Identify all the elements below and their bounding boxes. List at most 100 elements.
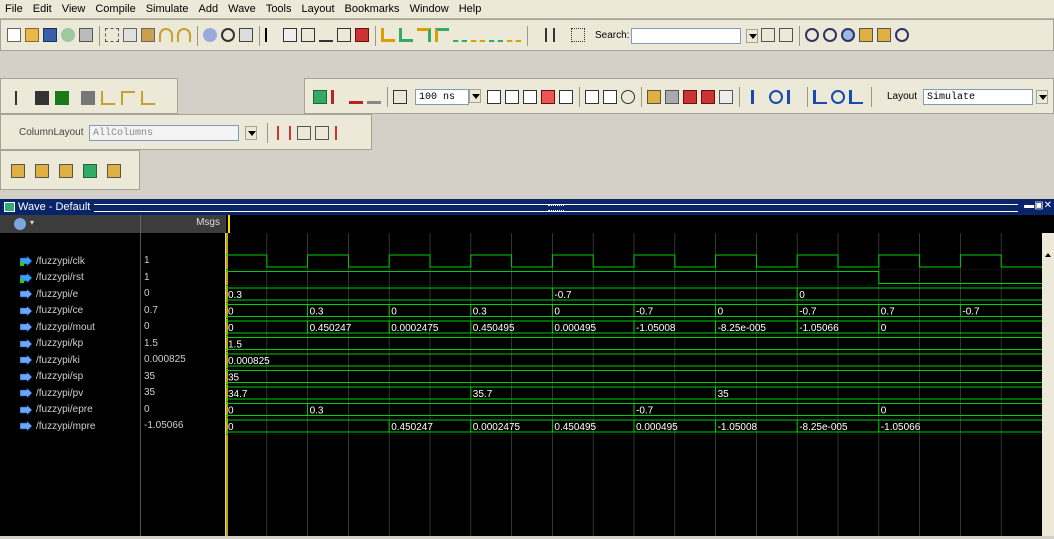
- menu-file[interactable]: File: [0, 0, 28, 18]
- reload-icon[interactable]: [61, 28, 75, 42]
- layout-dropdown-arrow[interactable]: [1036, 90, 1048, 104]
- wave-window-titlebar[interactable]: Wave - Default ▬▣✕: [0, 199, 1054, 215]
- cursor-loop-icon[interactable]: [769, 90, 783, 104]
- locals-icon[interactable]: [701, 90, 715, 104]
- clk-waveform[interactable]: [226, 254, 1042, 268]
- search-input[interactable]: [631, 28, 741, 44]
- waveform-canvas[interactable]: 0.3 -0.7 0 0 0.3 0 0.3 0 -0.7 0 -0.7 0.7 -0.7 0 0.4502…: [226, 233, 1042, 536]
- signal-row[interactable]: /fuzzypi/rst: [0, 270, 84, 286]
- save-icon[interactable]: [43, 28, 57, 42]
- edge-icon-5[interactable]: [453, 28, 467, 42]
- cursor-marker[interactable]: [228, 215, 230, 233]
- cut-icon[interactable]: [105, 28, 119, 42]
- expand-icon[interactable]: [533, 28, 547, 42]
- column-layout-dropdown-arrow[interactable]: [245, 126, 257, 140]
- step-out-icon[interactable]: [621, 90, 635, 104]
- add-column-icon[interactable]: [297, 126, 311, 140]
- zoom-cursor-icon[interactable]: [859, 28, 873, 42]
- signal-row[interactable]: /fuzzypi/pv: [0, 385, 83, 401]
- new-file-icon[interactable]: [7, 28, 21, 42]
- edge-icon-6[interactable]: [471, 28, 485, 42]
- waveform-area[interactable]: 0.3 -0.7 0 0 0.3 0 0.3 0 -0.7 0 -0.7 0.7 -0.7 0 0.4502…: [226, 233, 1042, 536]
- zoom-range-icon[interactable]: [877, 28, 891, 42]
- objects-icon[interactable]: [683, 90, 697, 104]
- step-icon[interactable]: [355, 28, 369, 42]
- wave-bar-icon-3[interactable]: [55, 91, 69, 105]
- signal-row[interactable]: /fuzzypi/kp: [0, 336, 83, 352]
- edge-icon-8[interactable]: [507, 28, 521, 42]
- zoom-out-icon[interactable]: [823, 28, 837, 42]
- memory-icon[interactable]: [665, 90, 679, 104]
- wave-bar-icon-7[interactable]: [141, 91, 155, 105]
- dataflow-icon[interactable]: [647, 90, 661, 104]
- layout-select[interactable]: Simulate: [923, 89, 1033, 105]
- back-arrow-icon[interactable]: [349, 90, 363, 104]
- search-dropdown-arrow[interactable]: [746, 29, 758, 43]
- runtime-icon[interactable]: [393, 90, 407, 104]
- wave-bar-icon-6[interactable]: [121, 91, 135, 105]
- menu-help[interactable]: Help: [454, 0, 487, 18]
- signal-row[interactable]: /fuzzypi/e: [0, 286, 78, 302]
- run-icon[interactable]: [487, 90, 501, 104]
- signal-row[interactable]: /fuzzypi/clk: [0, 253, 85, 269]
- bookmark-icon-5[interactable]: [107, 164, 121, 178]
- select-pointer-icon[interactable]: [265, 28, 279, 42]
- find-up-icon[interactable]: [813, 90, 827, 104]
- copy-column-icon[interactable]: [315, 126, 329, 140]
- window-controls[interactable]: ▬▣✕: [1024, 200, 1052, 211]
- signal-row[interactable]: /fuzzypi/epre: [0, 402, 93, 418]
- paste-icon[interactable]: [141, 28, 155, 42]
- edge-icon-3[interactable]: [417, 28, 431, 42]
- menu-layout[interactable]: Layout: [297, 0, 340, 18]
- stop-icon[interactable]: [559, 90, 573, 104]
- bookmark-icon-1[interactable]: [11, 164, 25, 178]
- zoom-in-icon[interactable]: [805, 28, 819, 42]
- redo-icon[interactable]: [177, 28, 191, 42]
- menu-bookmarks[interactable]: Bookmarks: [340, 0, 405, 18]
- find-loop-icon[interactable]: [831, 90, 845, 104]
- signal-row[interactable]: /fuzzypi/sp: [0, 369, 83, 385]
- remove-column-icon[interactable]: [335, 126, 349, 140]
- bookmark-icon-3[interactable]: [59, 164, 73, 178]
- compare-icon[interactable]: [239, 28, 253, 42]
- menu-add[interactable]: Add: [194, 0, 224, 18]
- open-folder-icon[interactable]: [25, 28, 39, 42]
- bookmark-icon-2[interactable]: [35, 164, 49, 178]
- menu-view[interactable]: View: [57, 0, 91, 18]
- zoom-last-icon[interactable]: [895, 28, 909, 42]
- pan-icon[interactable]: [301, 28, 315, 42]
- collapse-icon[interactable]: [553, 28, 567, 42]
- forward-arrow-icon[interactable]: [367, 90, 381, 104]
- search-go-icon[interactable]: [761, 28, 775, 42]
- help-icon[interactable]: [203, 28, 217, 42]
- edge-icon-7[interactable]: [489, 28, 503, 42]
- zoom-full-icon[interactable]: [841, 28, 855, 42]
- wave-bar-icon-1[interactable]: [15, 91, 29, 105]
- wave-bar-icon-5[interactable]: [101, 91, 115, 105]
- step-into-icon[interactable]: [585, 90, 599, 104]
- bookmark-icon-4[interactable]: [83, 164, 97, 178]
- processes-icon[interactable]: [719, 90, 733, 104]
- cursor-down-icon[interactable]: [787, 90, 801, 104]
- search-options-icon[interactable]: [779, 28, 793, 42]
- restart-icon[interactable]: [313, 90, 327, 104]
- step-over-icon[interactable]: [603, 90, 617, 104]
- signal-row[interactable]: /fuzzypi/mpre: [0, 418, 95, 434]
- undo-icon[interactable]: [159, 28, 173, 42]
- menu-wave[interactable]: Wave: [223, 0, 261, 18]
- find-down-icon[interactable]: [849, 90, 863, 104]
- menu-tools[interactable]: Tools: [261, 0, 297, 18]
- find-icon[interactable]: [221, 28, 235, 42]
- menu-window[interactable]: Window: [405, 0, 454, 18]
- zoom-mode-icon[interactable]: [283, 28, 297, 42]
- vertical-scrollbar[interactable]: [1042, 233, 1054, 536]
- break-icon[interactable]: [541, 90, 555, 104]
- delete-column-icon[interactable]: [277, 126, 291, 140]
- signal-row[interactable]: /fuzzypi/mout: [0, 319, 95, 335]
- runtime-input[interactable]: 100 ns: [415, 89, 469, 105]
- cursor-up-icon[interactable]: [751, 90, 765, 104]
- run-all-icon[interactable]: [523, 90, 537, 104]
- menu-edit[interactable]: Edit: [28, 0, 57, 18]
- wave-bar-icon-2[interactable]: [35, 91, 49, 105]
- edit-mode-icon[interactable]: [337, 28, 351, 42]
